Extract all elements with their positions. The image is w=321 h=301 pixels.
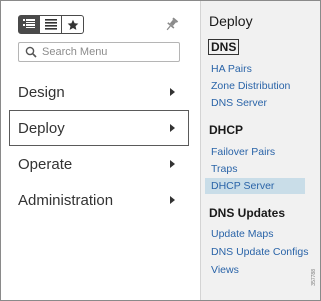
link-dns-update-configs[interactable]: DNS Update Configs: [211, 246, 308, 258]
link-zone-distribution[interactable]: Zone Distribution: [211, 80, 290, 92]
link-failover-pairs[interactable]: Failover Pairs: [211, 146, 275, 158]
section-heading-dhcp: DHCP: [209, 123, 244, 137]
pin-menu-button[interactable]: [163, 15, 181, 33]
search-icon: [24, 45, 38, 59]
menu-item-deploy[interactable]: Deploy: [9, 110, 189, 146]
link-ha-pairs[interactable]: HA Pairs: [211, 63, 252, 75]
menu-item-design[interactable]: Design: [1, 74, 200, 110]
menu-item-label: Deploy: [18, 119, 65, 137]
caret-right-icon: [170, 88, 175, 96]
figure-id-label: 357788: [311, 269, 317, 286]
list-icon: [44, 19, 57, 30]
caret-right-icon: [170, 160, 175, 168]
pin-icon: [166, 16, 179, 30]
section-heading-dns-updates: DNS Updates: [209, 206, 286, 220]
tab-detailed-list[interactable]: [18, 15, 40, 34]
search-input[interactable]: [42, 46, 172, 58]
list-detailed-icon: [23, 19, 35, 28]
caret-right-icon: [170, 196, 175, 204]
search-box: [18, 42, 180, 62]
navigation-menu-window: Design Deploy Operate Administration Dep…: [0, 0, 321, 301]
caret-right-icon: [170, 124, 175, 132]
menu-item-label: Design: [18, 83, 65, 101]
submenu-title: Deploy: [209, 13, 253, 29]
link-dns-server[interactable]: DNS Server: [211, 97, 267, 109]
link-views[interactable]: Views: [211, 264, 239, 276]
link-dhcp-server[interactable]: DHCP Server: [205, 178, 305, 194]
link-traps[interactable]: Traps: [211, 163, 237, 175]
link-update-maps[interactable]: Update Maps: [211, 228, 273, 240]
main-menu-panel: Design Deploy Operate Administration: [1, 1, 200, 300]
menu-view-tabs: [18, 15, 84, 34]
menu-item-label: Administration: [18, 191, 114, 209]
submenu-panel: Deploy DNS HA Pairs Zone Distribution DN…: [200, 1, 320, 300]
menu-item-operate[interactable]: Operate: [1, 146, 200, 182]
tab-list[interactable]: [40, 15, 62, 34]
tab-favorites[interactable]: [62, 15, 84, 34]
menu-item-administration[interactable]: Administration: [1, 182, 200, 218]
star-icon: [67, 19, 78, 30]
section-heading-dns: DNS: [208, 39, 240, 55]
menu-item-label: Operate: [18, 155, 73, 173]
